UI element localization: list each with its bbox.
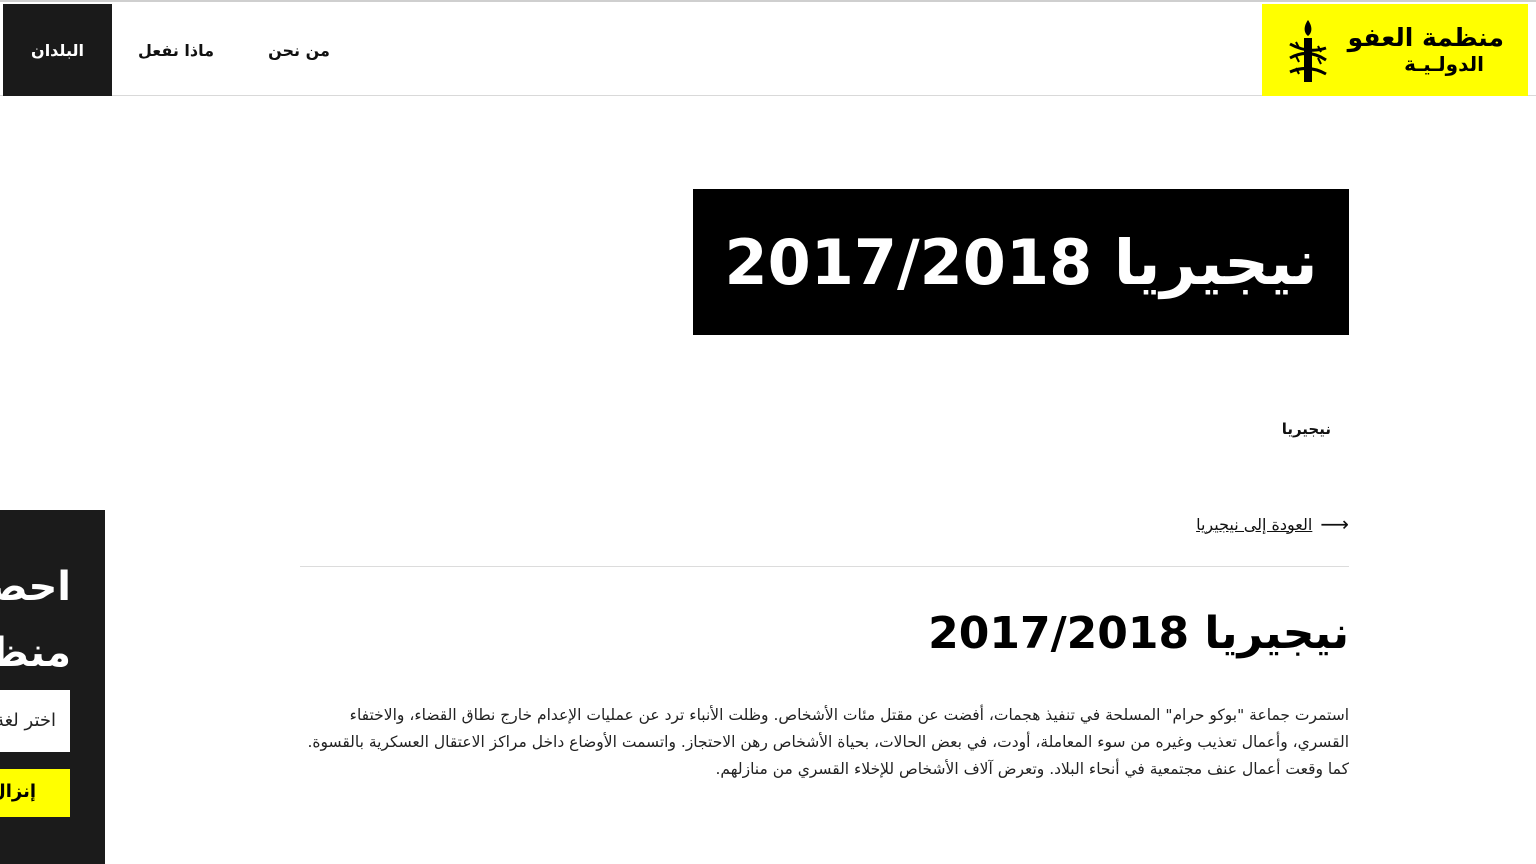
language-select-placeholder: اختر لغة <box>0 710 56 731</box>
report-download-panel: احصل على تقرير منظمة العفو اختر لغة إنزا… <box>0 510 105 864</box>
download-button-label: إنزال <box>0 781 36 802</box>
back-link-label: العودة إلى نيجيريا <box>1196 514 1313 534</box>
logo-line2: الدولـيـة <box>1404 52 1484 76</box>
language-select[interactable]: اختر لغة <box>0 690 70 752</box>
download-button[interactable]: إنزال <box>0 769 70 817</box>
breadcrumb-country[interactable]: نيجيريا <box>1282 420 1331 438</box>
candle-barbed-wire-icon <box>1289 20 1327 82</box>
nav-item-countries[interactable]: البلدان <box>3 4 112 96</box>
logo-text: منظمة العفو الدولـيـة <box>1334 23 1504 77</box>
hero-title: نيجيريا 2017/2018 <box>724 225 1318 299</box>
article-title: نيجيريا 2017/2018 <box>928 608 1349 659</box>
arrow-right-icon: ⟶ <box>1320 512 1349 536</box>
site-header: منظمة العفو الدولـيـة البلدان ماذا نفعل … <box>0 0 1536 96</box>
promo-heading-line1: احصل على تقرير <box>0 564 71 610</box>
article-body: استمرت جماعة "بوكو حرام" المسلحة في تنفي… <box>307 706 1349 778</box>
hero-banner: نيجيريا 2017/2018 <box>693 189 1349 335</box>
promo-heading: احصل على تقرير منظمة العفو <box>0 554 71 686</box>
divider <box>300 566 1349 567</box>
back-to-country-link[interactable]: ⟶ العودة إلى نيجيريا <box>1196 512 1349 536</box>
promo-heading-line2: منظمة العفو <box>0 630 71 676</box>
nav-item-what-we-do[interactable]: ماذا نفعل <box>126 4 226 96</box>
logo-line1: منظمة العفو <box>1347 23 1504 52</box>
site-logo[interactable]: منظمة العفو الدولـيـة <box>1262 4 1528 96</box>
nav-item-who-we-are[interactable]: من نحن <box>258 4 340 96</box>
